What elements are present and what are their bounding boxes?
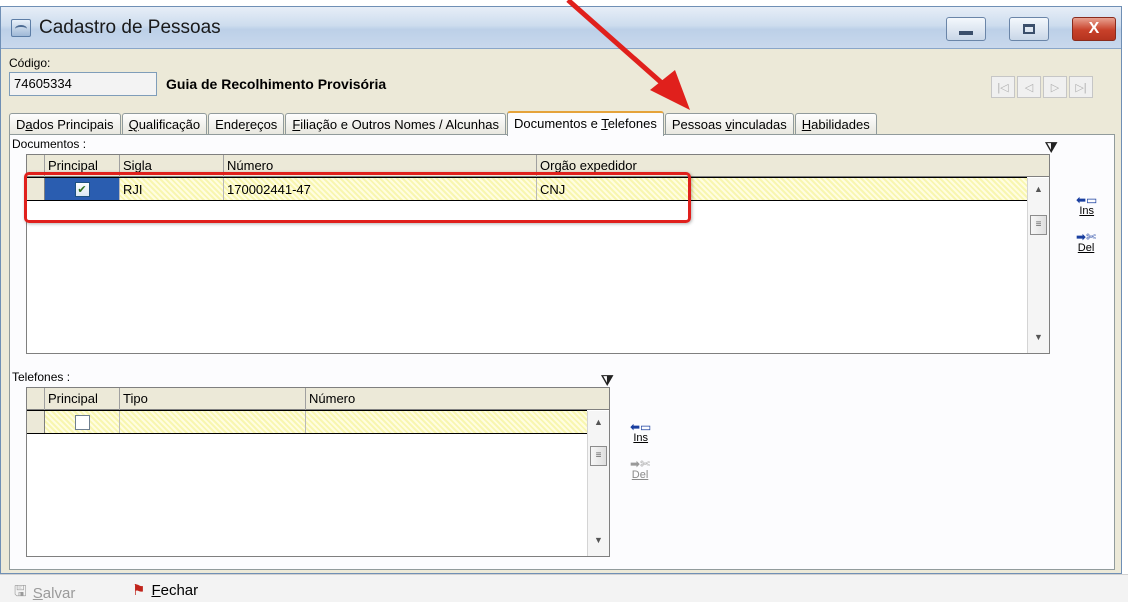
- app-icon: [11, 19, 31, 37]
- scroll-down-icon[interactable]: ▼: [588, 535, 609, 553]
- scroll-down-icon[interactable]: ▼: [1028, 332, 1049, 350]
- close-button[interactable]: X: [1072, 17, 1116, 41]
- col-principal[interactable]: Principal: [45, 155, 120, 177]
- table-row[interactable]: ✔ RJI 170002441-47 CNJ: [27, 177, 1027, 201]
- documentos-delete-button[interactable]: ➡✄ Del: [1076, 230, 1096, 254]
- fechar-button[interactable]: ⚑ Fechar: [132, 581, 198, 600]
- col-tipo[interactable]: Tipo: [120, 388, 306, 410]
- last-record-button[interactable]: ▷|: [1069, 76, 1093, 98]
- numero-cell[interactable]: 170002441-47: [224, 178, 537, 200]
- telefones-insert-button[interactable]: ⬅▭ Ins: [630, 420, 651, 444]
- scroll-thumb[interactable]: ≡: [590, 446, 607, 466]
- orgao-cell[interactable]: CNJ: [537, 178, 1027, 200]
- tab-documentos-telefones[interactable]: Documentos e Telefones: [506, 111, 664, 136]
- telefones-header: Principal Tipo Número: [27, 388, 609, 410]
- tab-panel: Documentos : Principal Sigla Número Orgã…: [9, 134, 1115, 570]
- col-orgao-expedidor[interactable]: Orgão expedidor: [537, 155, 1027, 177]
- save-icon: 🖫: [14, 583, 27, 600]
- telefones-label: Telefones :: [12, 370, 71, 384]
- title-bar[interactable]: Cadastro de Pessoas X: [1, 7, 1121, 49]
- numero-cell[interactable]: [306, 411, 587, 433]
- next-record-button[interactable]: ▷: [1043, 76, 1067, 98]
- principal-checkbox[interactable]: ✔: [74, 182, 90, 197]
- scroll-thumb[interactable]: ≡: [1030, 215, 1047, 235]
- table-row[interactable]: [27, 410, 587, 434]
- telefones-scrollbar[interactable]: ▲ ≡ ▼: [587, 411, 609, 556]
- documentos-insert-button[interactable]: ⬅▭ Ins: [1076, 193, 1097, 217]
- flag-icon: ⚑: [132, 582, 146, 599]
- tab-enderecos[interactable]: Endereços: [208, 113, 285, 135]
- col-principal[interactable]: Principal: [45, 388, 120, 410]
- minimize-button[interactable]: [946, 17, 986, 41]
- scroll-up-icon[interactable]: ▲: [1028, 184, 1049, 202]
- previous-record-button[interactable]: ◁: [1017, 76, 1041, 98]
- bottom-toolbar: 🖫 Salvar ⚑ Fechar: [0, 574, 1128, 602]
- documentos-header: Principal Sigla Número Orgão expedidor: [27, 155, 1049, 177]
- telefones-delete-button[interactable]: ➡✄ Del: [630, 457, 650, 481]
- col-sigla[interactable]: Sigla: [120, 155, 224, 177]
- sigla-cell[interactable]: RJI: [120, 178, 224, 200]
- tab-qualificacao[interactable]: Qualificação: [121, 113, 208, 135]
- tab-dados-principais[interactable]: Dados Principais: [9, 113, 121, 135]
- window: Cadastro de Pessoas X Código: 74605334 G…: [0, 6, 1122, 574]
- col-numero[interactable]: Número: [224, 155, 537, 177]
- close-icon: X: [1088, 20, 1100, 37]
- scroll-up-icon[interactable]: ▲: [588, 417, 609, 435]
- tab-habilidades[interactable]: Habilidades: [794, 113, 877, 135]
- first-record-button[interactable]: |◁: [991, 76, 1015, 98]
- documentos-label: Documentos :: [12, 137, 87, 151]
- tipo-cell[interactable]: [120, 411, 306, 433]
- window-title: Cadastro de Pessoas: [39, 17, 221, 38]
- documentos-scrollbar[interactable]: ▲ ≡ ▼: [1027, 178, 1049, 353]
- record-name: Guia de Recolhimento Provisória: [166, 76, 387, 92]
- tab-filiacao[interactable]: Filiação e Outros Nomes / Alcunhas: [285, 113, 506, 135]
- codigo-field[interactable]: 74605334: [9, 72, 157, 96]
- tab-strip: Dados Principais Qualificação Endereços …: [9, 111, 878, 136]
- minimize-icon: [959, 31, 973, 35]
- telefones-grid[interactable]: Principal Tipo Número ▲ ≡ ▼: [26, 387, 610, 557]
- principal-cell[interactable]: [45, 411, 120, 433]
- salvar-button[interactable]: 🖫 Salvar: [14, 581, 75, 606]
- tab-pessoas-vinculadas[interactable]: Pessoas vinculadas: [664, 113, 794, 135]
- documentos-grid[interactable]: Principal Sigla Número Orgão expedidor ✔…: [26, 154, 1050, 354]
- codigo-label: Código:: [9, 56, 51, 70]
- maximize-button[interactable]: [1009, 17, 1049, 41]
- principal-cell[interactable]: ✔: [45, 178, 120, 200]
- maximize-icon: [1023, 24, 1035, 34]
- col-numero[interactable]: Número: [306, 388, 609, 410]
- record-navigation: |◁ ◁ ▷ ▷|: [991, 76, 1093, 98]
- principal-checkbox[interactable]: [74, 415, 90, 430]
- filter-icon[interactable]: ⧩: [601, 372, 614, 389]
- filter-icon[interactable]: ⧩: [1045, 139, 1058, 156]
